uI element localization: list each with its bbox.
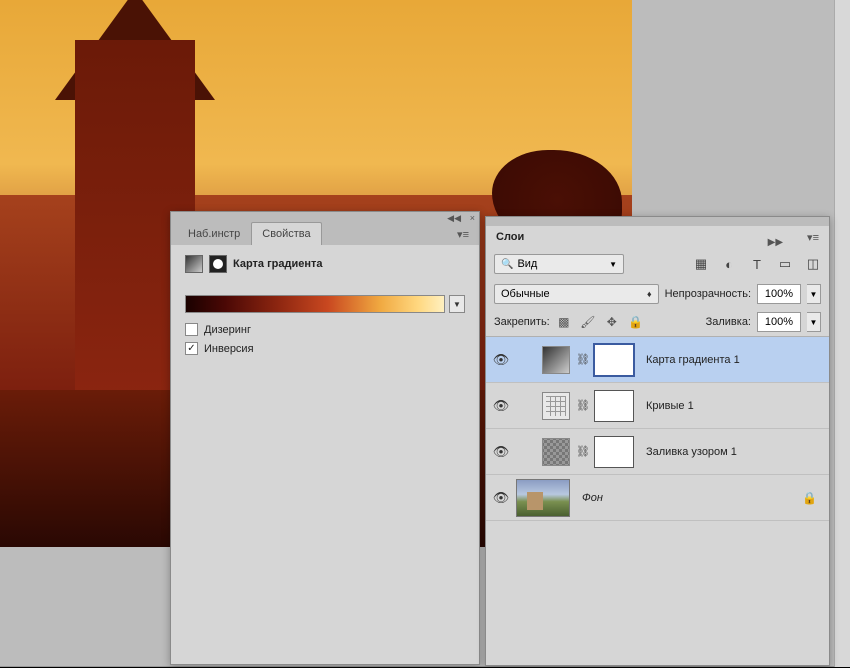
gradient-preview[interactable] <box>185 295 445 313</box>
properties-panel: ◀◀ × Наб.инстр Свойства ▾≡ Карта градиен… <box>170 211 480 665</box>
layer-thumb-background[interactable] <box>516 479 570 517</box>
panel-close-icon[interactable]: × <box>470 213 475 223</box>
blend-opacity-row: Обычные ♦ Непрозрачность: 100% ▼ <box>486 280 829 308</box>
layers-tabs: Слои ▶▶ ▾≡ <box>486 226 829 248</box>
lock-all-icon[interactable]: 🔒 <box>628 314 644 330</box>
layer-name[interactable]: Фон <box>582 492 603 504</box>
lock-position-icon[interactable]: ✥ <box>604 314 620 330</box>
visibility-toggle-icon[interactable]: 👁 <box>492 444 510 460</box>
filter-smart-icon[interactable]: ◫ <box>805 256 821 272</box>
layers-panel: Слои ▶▶ ▾≡ 🔍 Вид ▼ ▦ ◐ T ▭ ◫ Обычные ♦ Н… <box>485 216 830 666</box>
updown-icon: ♦ <box>647 289 652 299</box>
filter-kind-select[interactable]: 🔍 Вид ▼ <box>494 254 624 274</box>
invert-label: Инверсия <box>204 343 254 355</box>
tab-properties[interactable]: Свойства <box>251 222 321 245</box>
fill-field[interactable]: 100% <box>757 312 801 332</box>
layer-mask-thumb[interactable] <box>594 344 634 376</box>
invert-checkbox[interactable]: ✓ <box>185 342 198 355</box>
tab-layers[interactable]: Слои <box>486 227 534 248</box>
panel-collapse-icon[interactable]: ▶▶ <box>768 237 783 248</box>
fill-label: Заливка: <box>706 316 751 328</box>
chevron-down-icon: ▼ <box>609 260 617 269</box>
layer-name[interactable]: Кривые 1 <box>646 400 694 412</box>
blend-mode-value: Обычные <box>501 288 550 300</box>
panel-drag-handle[interactable]: ◀◀ × <box>171 212 479 221</box>
filter-icons: ▦ ◐ T ▭ ◫ <box>693 256 821 272</box>
lock-icon: 🔒 <box>802 491 817 505</box>
filter-type-icon[interactable]: T <box>749 256 765 272</box>
layer-mask-icon[interactable] <box>209 255 227 273</box>
adjustment-thumb-pattern[interactable] <box>542 438 570 466</box>
lock-transparent-icon[interactable]: ▩ <box>556 314 572 330</box>
layer-mask-thumb[interactable] <box>594 436 634 468</box>
search-icon: 🔍 <box>501 259 513 270</box>
layer-list: 👁 ⛓ Карта градиента 1 👁 ⛓ Кривые 1 👁 ⛓ З… <box>486 336 829 521</box>
tab-tool-presets[interactable]: Наб.инстр <box>177 222 251 245</box>
dithering-label: Дизеринг <box>204 324 251 336</box>
lock-label: Закрепить: <box>494 316 550 328</box>
filter-pixel-icon[interactable]: ▦ <box>693 256 709 272</box>
gradient-map-icon[interactable] <box>185 255 203 273</box>
properties-body: Карта градиента ▼ Дизеринг ✓ Инверсия <box>171 245 479 371</box>
panel-menu-icon[interactable]: ▾≡ <box>803 227 823 248</box>
panel-drag-handle[interactable] <box>486 217 829 226</box>
layer-row-curves[interactable]: 👁 ⛓ Кривые 1 <box>486 383 829 429</box>
fill-dropdown-icon[interactable]: ▼ <box>807 312 821 332</box>
lock-icons: ▩ 🖌 ✥ 🔒 <box>556 314 644 330</box>
filter-adjustment-icon[interactable]: ◐ <box>721 256 737 272</box>
visibility-toggle-icon[interactable]: 👁 <box>492 490 510 506</box>
panel-menu-icon[interactable]: ▾≡ <box>453 224 473 245</box>
lock-pixels-icon[interactable]: 🖌 <box>580 314 596 330</box>
opacity-field[interactable]: 100% <box>757 284 801 304</box>
dithering-row: Дизеринг <box>185 323 465 336</box>
blend-mode-select[interactable]: Обычные ♦ <box>494 284 659 304</box>
filter-kind-label: Вид <box>517 258 537 270</box>
layer-mask-thumb[interactable] <box>594 390 634 422</box>
visibility-toggle-icon[interactable]: 👁 <box>492 352 510 368</box>
opacity-label: Непрозрачность: <box>665 288 751 300</box>
vertical-scrollbar[interactable] <box>834 0 850 667</box>
link-icon[interactable]: ⛓ <box>576 353 588 366</box>
adjustment-thumb-curves[interactable] <box>542 392 570 420</box>
layer-row-gradient-map[interactable]: 👁 ⛓ Карта градиента 1 <box>486 337 829 383</box>
link-icon[interactable]: ⛓ <box>576 399 588 412</box>
layer-name[interactable]: Карта градиента 1 <box>646 354 740 366</box>
layer-name[interactable]: Заливка узором 1 <box>646 446 737 458</box>
link-icon[interactable]: ⛓ <box>576 445 588 458</box>
gradient-picker-row: ▼ <box>185 295 465 313</box>
property-title-row: Карта градиента <box>185 255 465 273</box>
layer-row-background[interactable]: 👁 Фон 🔒 <box>486 475 829 521</box>
invert-row: ✓ Инверсия <box>185 342 465 355</box>
property-title: Карта градиента <box>233 258 323 270</box>
adjustment-thumb-gradient[interactable] <box>542 346 570 374</box>
properties-tabs: Наб.инстр Свойства ▾≡ <box>171 221 479 245</box>
layer-filter-bar: 🔍 Вид ▼ ▦ ◐ T ▭ ◫ <box>486 248 829 280</box>
gradient-dropdown-icon[interactable]: ▼ <box>449 295 465 313</box>
lock-fill-row: Закрепить: ▩ 🖌 ✥ 🔒 Заливка: 100% ▼ <box>486 308 829 336</box>
panel-collapse-icon[interactable]: ◀◀ <box>447 213 461 224</box>
visibility-toggle-icon[interactable]: 👁 <box>492 398 510 414</box>
layer-row-pattern-fill[interactable]: 👁 ⛓ Заливка узором 1 <box>486 429 829 475</box>
opacity-dropdown-icon[interactable]: ▼ <box>807 284 821 304</box>
dithering-checkbox[interactable] <box>185 323 198 336</box>
filter-shape-icon[interactable]: ▭ <box>777 256 793 272</box>
